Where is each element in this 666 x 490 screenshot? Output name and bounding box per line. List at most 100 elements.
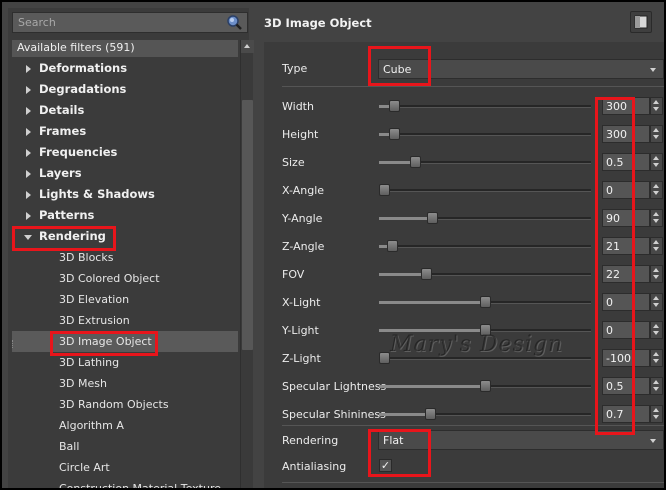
antialiasing-checkbox[interactable]: ✓ <box>379 459 392 472</box>
param-value-field[interactable]: 0 <box>602 181 650 199</box>
category-rendering[interactable]: Rendering <box>12 226 238 247</box>
collapsed-arrow-icon[interactable] <box>26 128 31 136</box>
slider-handle[interactable] <box>379 184 390 196</box>
param-slider[interactable] <box>379 268 591 280</box>
filter-item[interactable]: Circle Art <box>12 457 238 478</box>
filter-list-scrollbar[interactable] <box>240 40 254 488</box>
filter-item[interactable]: 3D Lathing <box>12 352 238 373</box>
panel-toggle-button[interactable] <box>630 11 652 33</box>
rendering-dropdown[interactable]: Flat <box>378 430 664 450</box>
category-degradations[interactable]: Degradations <box>12 79 238 100</box>
param-slider[interactable] <box>379 156 591 168</box>
filter-item[interactable]: Construction Material Texture <box>12 478 238 488</box>
filter-item[interactable]: Ball <box>12 436 238 457</box>
param-value-field[interactable]: 21 <box>602 237 650 255</box>
param-value-field[interactable]: 300 <box>602 97 650 115</box>
param-value-field[interactable]: 90 <box>602 209 650 227</box>
slider-fill <box>379 385 485 388</box>
category-label: Patterns <box>39 208 95 222</box>
slider-handle[interactable] <box>410 156 421 168</box>
param-slider[interactable] <box>379 128 591 140</box>
param-slider[interactable] <box>379 408 591 420</box>
category-patterns[interactable]: Patterns <box>12 205 238 226</box>
category-label: Frequencies <box>39 145 118 159</box>
param-slider[interactable] <box>379 296 591 308</box>
slider-handle[interactable] <box>421 268 432 280</box>
collapsed-arrow-icon[interactable] <box>26 191 31 199</box>
search-input[interactable] <box>13 13 223 32</box>
param-slider[interactable] <box>379 352 591 364</box>
category-layers[interactable]: Layers <box>12 163 238 184</box>
spinner-arrows-icon[interactable] <box>650 125 663 143</box>
category-frames[interactable]: Frames <box>12 121 238 142</box>
param-slider[interactable] <box>379 324 591 336</box>
slider-handle[interactable] <box>389 128 400 140</box>
filter-item[interactable]: 3D Random Objects <box>12 394 238 415</box>
filter-tree: Deformations Degradations Details Frames Fre… <box>12 58 238 488</box>
expanded-arrow-icon[interactable] <box>24 235 32 240</box>
slider-handle[interactable] <box>387 240 398 252</box>
category-label: Deformations <box>39 61 128 75</box>
category-frequencies[interactable]: Frequencies <box>12 142 238 163</box>
param-slider[interactable] <box>379 184 591 196</box>
spinner-arrows-icon[interactable] <box>650 377 663 395</box>
spinner-arrows-icon[interactable] <box>650 153 663 171</box>
slider-handle[interactable] <box>379 352 390 364</box>
param-slider[interactable] <box>379 212 591 224</box>
param-value-field[interactable]: -100 <box>602 349 650 367</box>
spinner-arrows-icon[interactable] <box>650 293 663 311</box>
scroll-up-icon[interactable] <box>241 40 254 53</box>
filter-item[interactable]: Algorithm A <box>12 415 238 436</box>
spinner-arrows-icon[interactable] <box>650 209 663 227</box>
param-value-field[interactable]: 0.5 <box>602 377 650 395</box>
collapsed-arrow-icon[interactable] <box>26 212 31 220</box>
slider-handle[interactable] <box>389 100 400 112</box>
param-slider[interactable] <box>379 240 591 252</box>
spinner-arrows-icon[interactable] <box>650 181 663 199</box>
collapsed-arrow-icon[interactable] <box>26 149 31 157</box>
spinner-arrows-icon[interactable] <box>650 237 663 255</box>
spinner-arrows-icon[interactable] <box>650 405 663 423</box>
collapsed-arrow-icon[interactable] <box>26 170 31 178</box>
slider-handle[interactable] <box>480 380 491 392</box>
spinner-arrows-icon[interactable] <box>650 97 663 115</box>
collapsed-arrow-icon[interactable] <box>26 86 31 94</box>
divider <box>282 425 664 426</box>
param-value-field[interactable]: 22 <box>602 265 650 283</box>
spinner-arrows-icon[interactable] <box>650 265 663 283</box>
filter-item[interactable]: 3D Extrusion <box>12 310 238 331</box>
filter-item[interactable]: 3D Image Object <box>12 331 238 352</box>
type-dropdown[interactable]: Cube <box>378 59 664 79</box>
scrollbar-thumb[interactable] <box>242 100 253 350</box>
param-slider[interactable] <box>379 100 591 112</box>
param-slider[interactable] <box>379 380 591 392</box>
collapsed-arrow-icon[interactable] <box>26 65 31 73</box>
search-icon[interactable] <box>226 14 243 31</box>
filter-item[interactable]: 3D Colored Object <box>12 268 238 289</box>
spinner-arrows-icon[interactable] <box>650 349 663 367</box>
spinner-arrows-icon[interactable] <box>650 321 663 339</box>
param-label: Size <box>282 156 305 169</box>
search-box[interactable] <box>12 12 248 33</box>
slider-handle[interactable] <box>425 408 436 420</box>
param-value-field[interactable]: 300 <box>602 125 650 143</box>
slider-handle[interactable] <box>427 212 438 224</box>
filter-item[interactable]: 3D Elevation <box>12 289 238 310</box>
param-value-field[interactable]: 0.7 <box>602 405 650 423</box>
filter-item[interactable]: 3D Blocks <box>12 247 238 268</box>
param-label: Specular Lightness <box>282 380 387 393</box>
category-label: Lights & Shadows <box>39 187 155 201</box>
param-value-field[interactable]: 0 <box>602 321 650 339</box>
category-details[interactable]: Details <box>12 100 238 121</box>
slider-handle[interactable] <box>480 296 491 308</box>
category-label: Layers <box>39 166 82 180</box>
param-value-field[interactable]: 0.5 <box>602 153 650 171</box>
category-lights-shadows[interactable]: Lights & Shadows <box>12 184 238 205</box>
collapsed-arrow-icon[interactable] <box>26 107 31 115</box>
category-deformations[interactable]: Deformations <box>12 58 238 79</box>
param-label: X-Light <box>282 296 321 309</box>
slider-handle[interactable] <box>480 324 491 336</box>
filter-item[interactable]: 3D Mesh <box>12 373 238 394</box>
param-value-field[interactable]: 0 <box>602 293 650 311</box>
splitter-grip[interactable] <box>12 340 15 348</box>
